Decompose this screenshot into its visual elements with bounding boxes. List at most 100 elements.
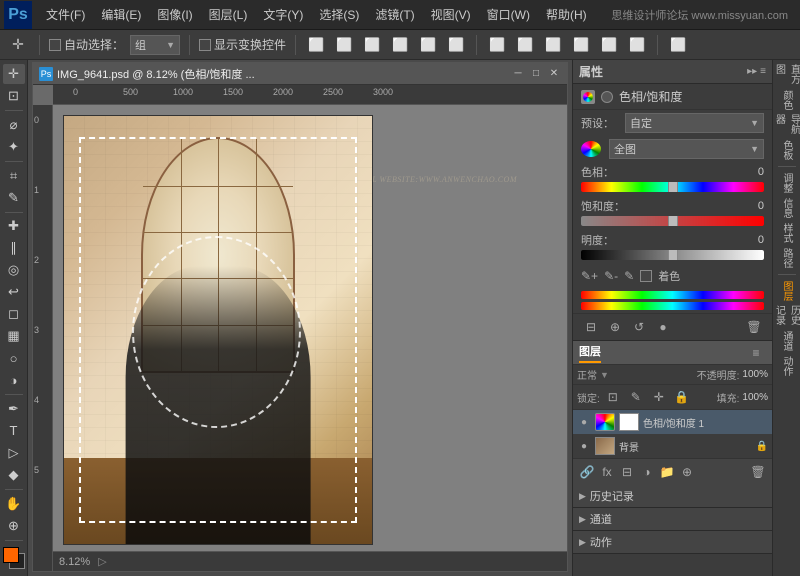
- new-group-btn[interactable]: 📁: [657, 462, 677, 482]
- distribute-v-btn[interactable]: ⬜: [598, 34, 620, 56]
- menu-help[interactable]: 帮助(H): [538, 4, 595, 25]
- menu-window[interactable]: 窗口(W): [479, 4, 538, 25]
- dodge-tool[interactable]: ◑: [3, 370, 25, 390]
- info-btn[interactable]: 信息: [776, 197, 798, 219]
- prop-trash-btn[interactable]: 🗑: [744, 317, 764, 337]
- hue-track[interactable]: [581, 182, 764, 192]
- history-brush-tool[interactable]: ↩: [3, 282, 25, 302]
- prop-menu-btn[interactable]: ≡: [760, 66, 766, 77]
- text-tool[interactable]: T: [3, 421, 25, 441]
- prop-expand-btn[interactable]: ▸▸: [747, 66, 757, 77]
- doc-close-btn[interactable]: ✕: [547, 67, 561, 81]
- layer-eye-huesat[interactable]: ●: [577, 415, 591, 429]
- blend-arrow[interactable]: ▼: [600, 370, 609, 380]
- prop-info-btn[interactable]: ↺: [629, 317, 649, 337]
- sat-track[interactable]: [581, 216, 764, 226]
- swatches-btn[interactable]: 色板: [776, 139, 798, 161]
- lock-transparent-btn[interactable]: ⊡: [603, 387, 623, 407]
- menu-filter[interactable]: 滤镜(T): [367, 4, 422, 25]
- zoom-tool[interactable]: ⊕: [3, 516, 25, 536]
- layers-collapse-btn[interactable]: 图层: [776, 280, 798, 302]
- distribute-top-btn[interactable]: ⬜: [570, 34, 592, 56]
- distribute-bottom-btn[interactable]: ⬜: [626, 34, 648, 56]
- paths-btn[interactable]: 路径: [776, 247, 798, 269]
- doc-minimize-btn[interactable]: ─: [511, 67, 525, 81]
- gradient-tool[interactable]: ▦: [3, 326, 25, 346]
- new-fill-btn[interactable]: ◑: [637, 462, 657, 482]
- align-center-h-btn[interactable]: ⬜: [333, 34, 355, 56]
- crop-tool[interactable]: ⌗: [3, 166, 25, 186]
- preset-dropdown[interactable]: 自定 ▼: [625, 113, 764, 133]
- histogram-btn[interactable]: 直方图: [776, 64, 798, 86]
- add-mask-btn[interactable]: ⊟: [617, 462, 637, 482]
- blur-tool[interactable]: ○: [3, 348, 25, 368]
- history-panel-header[interactable]: ▶ 历史记录: [573, 485, 772, 507]
- color-btn[interactable]: 颜色: [776, 89, 798, 111]
- pen-tool[interactable]: ✒: [3, 399, 25, 419]
- add-color-btn[interactable]: ✎+: [581, 269, 598, 283]
- hue-thumb[interactable]: [668, 182, 678, 192]
- light-thumb[interactable]: [668, 250, 678, 260]
- adjustments-btn[interactable]: 调整: [776, 172, 798, 194]
- auto-select-option[interactable]: 自动选择：: [49, 36, 124, 53]
- align-center-v-btn[interactable]: ⬜: [417, 34, 439, 56]
- prop-eye-btn[interactable]: ●: [653, 317, 673, 337]
- select-color-btn[interactable]: ✎: [624, 269, 634, 283]
- hand-tool[interactable]: ✋: [3, 494, 25, 514]
- channel-dropdown[interactable]: 全图 ▼: [609, 139, 764, 159]
- layers-menu-btn[interactable]: ≡: [746, 343, 766, 363]
- menu-image[interactable]: 图像(I): [149, 4, 200, 25]
- new-layer-btn[interactable]: ⊕: [677, 462, 697, 482]
- menu-file[interactable]: 文件(F): [38, 4, 93, 25]
- fill-value[interactable]: 100%: [742, 392, 768, 403]
- show-transform-checkbox[interactable]: [199, 39, 211, 51]
- link-icon-btn[interactable]: ⊕: [605, 317, 625, 337]
- channels-icon-btn[interactable]: 通道: [776, 330, 798, 352]
- menu-edit[interactable]: 编辑(E): [93, 4, 149, 25]
- doc-maximize-btn[interactable]: □: [529, 67, 543, 81]
- colorize-checkbox[interactable]: [640, 270, 652, 282]
- eraser-tool[interactable]: ◻: [3, 304, 25, 324]
- path-select-tool[interactable]: ▷: [3, 443, 25, 463]
- menu-select[interactable]: 选择(S): [311, 4, 367, 25]
- distribute-right-btn[interactable]: ⬜: [542, 34, 564, 56]
- layers-tab[interactable]: 图层: [579, 343, 601, 363]
- move-tool[interactable]: ✛: [3, 64, 25, 84]
- lock-all-btn[interactable]: 🔒: [672, 387, 692, 407]
- lock-position-btn[interactable]: ✛: [649, 387, 669, 407]
- link-layers-btn[interactable]: 🔗: [577, 462, 597, 482]
- distribute-h-btn[interactable]: ⬜: [514, 34, 536, 56]
- healing-tool[interactable]: ✚: [3, 216, 25, 236]
- visibility-toggle[interactable]: [601, 91, 613, 103]
- shape-tool[interactable]: ◆: [3, 465, 25, 485]
- auto-select-dropdown[interactable]: 组 ▼: [130, 35, 180, 55]
- opacity-value[interactable]: 100%: [742, 369, 768, 380]
- menu-layer[interactable]: 图层(L): [201, 4, 256, 25]
- layer-eye-bg[interactable]: ●: [577, 439, 591, 453]
- auto-select-checkbox[interactable]: [49, 39, 61, 51]
- align-top-btn[interactable]: ⬜: [389, 34, 411, 56]
- menu-view[interactable]: 视图(V): [423, 4, 479, 25]
- light-track[interactable]: [581, 250, 764, 260]
- lasso-tool[interactable]: ⌀: [3, 115, 25, 135]
- auto-align-btn[interactable]: ⬜: [667, 34, 689, 56]
- brush-tool[interactable]: ∥: [3, 238, 25, 258]
- add-style-btn[interactable]: fx: [597, 462, 617, 482]
- channels-panel-header[interactable]: ▶ 通道: [573, 508, 772, 530]
- sat-thumb[interactable]: [668, 216, 678, 226]
- mask-icon-btn[interactable]: ⊟: [581, 317, 601, 337]
- subtract-color-btn[interactable]: ✎-: [604, 269, 618, 283]
- magic-wand-tool[interactable]: ✦: [3, 137, 25, 157]
- menu-type[interactable]: 文字(Y): [255, 4, 311, 25]
- foreground-color[interactable]: [3, 547, 19, 563]
- align-left-btn[interactable]: ⬜: [305, 34, 327, 56]
- actions-panel-header[interactable]: ▶ 动作: [573, 531, 772, 553]
- eyedropper-tool[interactable]: ✎: [3, 188, 25, 208]
- clone-tool[interactable]: ◎: [3, 260, 25, 280]
- show-transform-option[interactable]: 显示变换控件: [199, 36, 286, 53]
- distribute-left-btn[interactable]: ⬜: [486, 34, 508, 56]
- delete-layer-btn[interactable]: 🗑: [748, 462, 768, 482]
- actions-icon-btn[interactable]: 动作: [776, 355, 798, 377]
- align-right-btn[interactable]: ⬜: [361, 34, 383, 56]
- marquee-tool[interactable]: ⊡: [3, 86, 25, 106]
